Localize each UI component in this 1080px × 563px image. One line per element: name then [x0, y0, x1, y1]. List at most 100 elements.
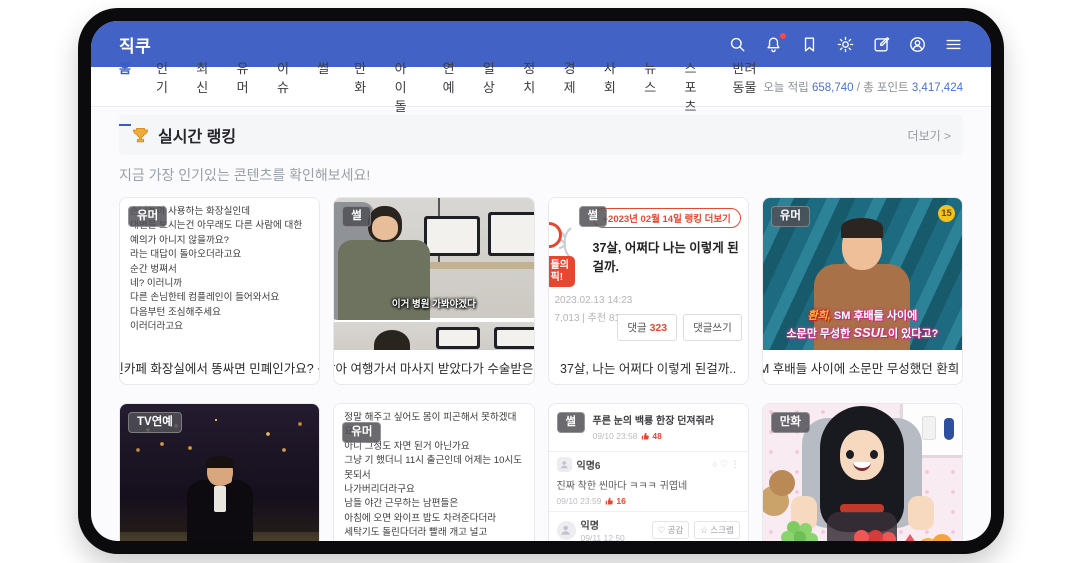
text-line: 다른 손님한테 컴플레인이 들어와서요: [130, 291, 309, 305]
ranking-card-2[interactable]: 썰 이거 병원 가봐야겠다: [333, 197, 534, 385]
tab-society[interactable]: 사회: [604, 47, 619, 126]
timestamp: 09/10 23:59: [557, 496, 602, 506]
compose-icon[interactable]: [872, 35, 891, 54]
tab-issue[interactable]: 이슈: [277, 47, 292, 126]
card7-comment-1: 익명6 ○ ♡ ⋮ 진짜 착한 씬마다 ㅋㅋㅋ 귀엽네 09/10 23:59 …: [549, 457, 748, 506]
card7-category-badge: 썰: [557, 412, 586, 433]
monitor-shape: [424, 216, 480, 256]
more-link[interactable]: 더보기 >: [908, 127, 951, 144]
tab-latest[interactable]: 최신: [196, 47, 211, 126]
scrap-chip: ☆ 스크랩: [694, 521, 739, 539]
tab-comics[interactable]: 만화: [354, 47, 369, 126]
ranking-card-4[interactable]: 유머 15 환희, SM 후배들 사이에 소문만 무성한 SSUL이 있다고?: [762, 197, 963, 385]
settings-icon[interactable]: [836, 35, 855, 54]
rank-date-pill: +2023년 02월 14일 랭킹 더보기: [593, 208, 741, 228]
thumbs-up-icon: [605, 497, 614, 506]
tab-sports[interactable]: 스포츠: [685, 47, 708, 126]
age-rating-badge: 15: [938, 205, 955, 222]
timestamp: 09/11 12:50: [581, 533, 625, 541]
person-shape: [827, 512, 897, 541]
tab-pets[interactable]: 반려동물: [733, 47, 764, 126]
card3-category-badge: 썰: [579, 206, 608, 227]
person-shape: [206, 456, 234, 468]
comment-head: 익명 09/11 12:50 ♡ 공감 ☆ 스크랩: [557, 517, 740, 541]
tab-home[interactable]: 홈: [119, 47, 131, 126]
scene-shape: [769, 470, 795, 496]
notifications-icon[interactable]: [764, 35, 783, 54]
tab-idol[interactable]: 아이돌: [395, 47, 418, 126]
ranking-card-3[interactable]: 썰 들의 픽! +2023년 02월 14일 랭킹 더보기 37살, 어쩌다 나…: [548, 197, 749, 385]
tab-economy[interactable]: 경제: [564, 47, 579, 126]
search-icon[interactable]: [728, 35, 747, 54]
bookmark-icon[interactable]: [800, 35, 819, 54]
text-line: 예의가 아니지 않을까요?: [130, 234, 309, 248]
points-today-value: 658,740: [812, 82, 854, 94]
profile-icon[interactable]: [908, 35, 927, 54]
comment-author-block: 익명 09/11 12:50: [581, 517, 625, 541]
ranking-card-1[interactable]: 유머 손님들이 사용하는 화장실인데 대변을 보시는건 아무래도 다른 사람에 …: [119, 197, 320, 385]
like-chip-label: 공감: [668, 525, 684, 535]
like-value: 16: [616, 496, 625, 506]
card7-thumbnail: 썰 푸른 눈의 백룡 한장 던져줘라 09/10 23:58 48: [549, 404, 748, 541]
ranking-card-6[interactable]: 유머 정말 해주고 싶어도 몸이 피곤해서 못하겠대요 아니 그정도 자면 된거…: [333, 403, 534, 541]
card4-caption: SM 후배들 사이에 소문만 무성했던 환희 썰: [763, 350, 962, 384]
timestamp: 09/10 23:58: [593, 431, 638, 441]
person-shape: [791, 496, 817, 530]
card3-caption: 37살, 나는 어쩌다 이렇게 된걸까..: [549, 350, 748, 384]
comment-text: 진짜 착한 씬마다 ㅋㅋㅋ 귀엽네: [557, 477, 740, 492]
divider: [549, 511, 748, 512]
card1-category-badge: 유머: [128, 206, 167, 227]
comments-count-button: 댓글 323: [617, 314, 677, 341]
scene-shape: [944, 418, 954, 440]
comments-label: 댓글: [627, 322, 646, 334]
monitor-shape: [436, 327, 480, 349]
avatar: [557, 457, 572, 472]
overlay-text: 이 있다고?: [888, 328, 938, 340]
text-line: 세탁기도 돌린다더라 빨래 개고 널고: [344, 526, 523, 540]
overlay-highlight: SSUL: [853, 325, 888, 340]
card4-thumbnail: 유머 15 환희, SM 후배들 사이에 소문만 무성한 SSUL이 있다고?: [763, 198, 962, 350]
text-line: 나가버리더라구요: [344, 483, 523, 497]
points-total-value: 3,417,424: [912, 82, 963, 94]
like-count: 16: [605, 496, 625, 506]
card3-post-title: 37살, 어쩌다 나는 이렇게 된걸까.: [593, 237, 740, 275]
card2-thumbnail: 썰 이거 병원 가봐야겠다: [334, 198, 533, 350]
ribbon-text: 들의: [551, 260, 569, 272]
comment-meta: 09/10 23:59 16: [557, 496, 740, 506]
thumbs-up-icon: [641, 432, 650, 441]
tab-ssul[interactable]: 썰: [317, 47, 329, 126]
device-frame: 직쿠: [78, 8, 1004, 554]
scene-shape: [922, 416, 936, 440]
person-shape: [846, 450, 854, 459]
ranking-card-8[interactable]: 만화: [762, 403, 963, 541]
tab-daily[interactable]: 일상: [483, 47, 498, 126]
ranking-card-5[interactable]: TV연예: [119, 403, 320, 541]
tab-news[interactable]: 뉴스: [644, 47, 659, 126]
divider: [549, 451, 748, 452]
card8-category-badge: 만화: [771, 412, 810, 433]
trophy-icon: [131, 126, 150, 145]
person-icon: [559, 523, 572, 536]
tab-popular[interactable]: 인기: [156, 47, 171, 126]
card4-category-badge: 유머: [771, 206, 810, 227]
comment-author: 익명: [581, 517, 625, 532]
comments-count: 323: [650, 322, 668, 334]
person-shape: [218, 474, 232, 484]
tab-entertainment[interactable]: 연예: [443, 47, 458, 126]
overlay-highlight: 환희,: [808, 310, 831, 322]
tab-politics[interactable]: 정치: [523, 47, 538, 126]
text-line: 아침에 오면 와이프 밥도 차려준다더라: [344, 512, 523, 526]
write-comment-button: 댓글쓰기: [683, 314, 742, 341]
person-shape: [841, 218, 883, 238]
text-line: 남들 야간 근무하는 남편들은: [344, 497, 523, 511]
person-shape: [870, 450, 878, 459]
text-line: ......? 내가 변기를 막은 것도 아니고: [130, 349, 309, 350]
tab-humor[interactable]: 유머: [237, 47, 252, 126]
person-shape: [372, 216, 398, 240]
menu-icon[interactable]: [944, 35, 963, 54]
person-icon: [559, 459, 570, 470]
card3-buttons: 댓글 323 댓글쓰기: [617, 314, 741, 341]
ranking-card-7[interactable]: 썰 푸른 눈의 백룡 한장 던져줘라 09/10 23:58 48: [548, 403, 749, 541]
card7-post-title: 푸른 눈의 백룡 한장 던져줘라: [593, 412, 740, 427]
comment-action-icons: ○ ♡ ⋮: [712, 459, 740, 470]
